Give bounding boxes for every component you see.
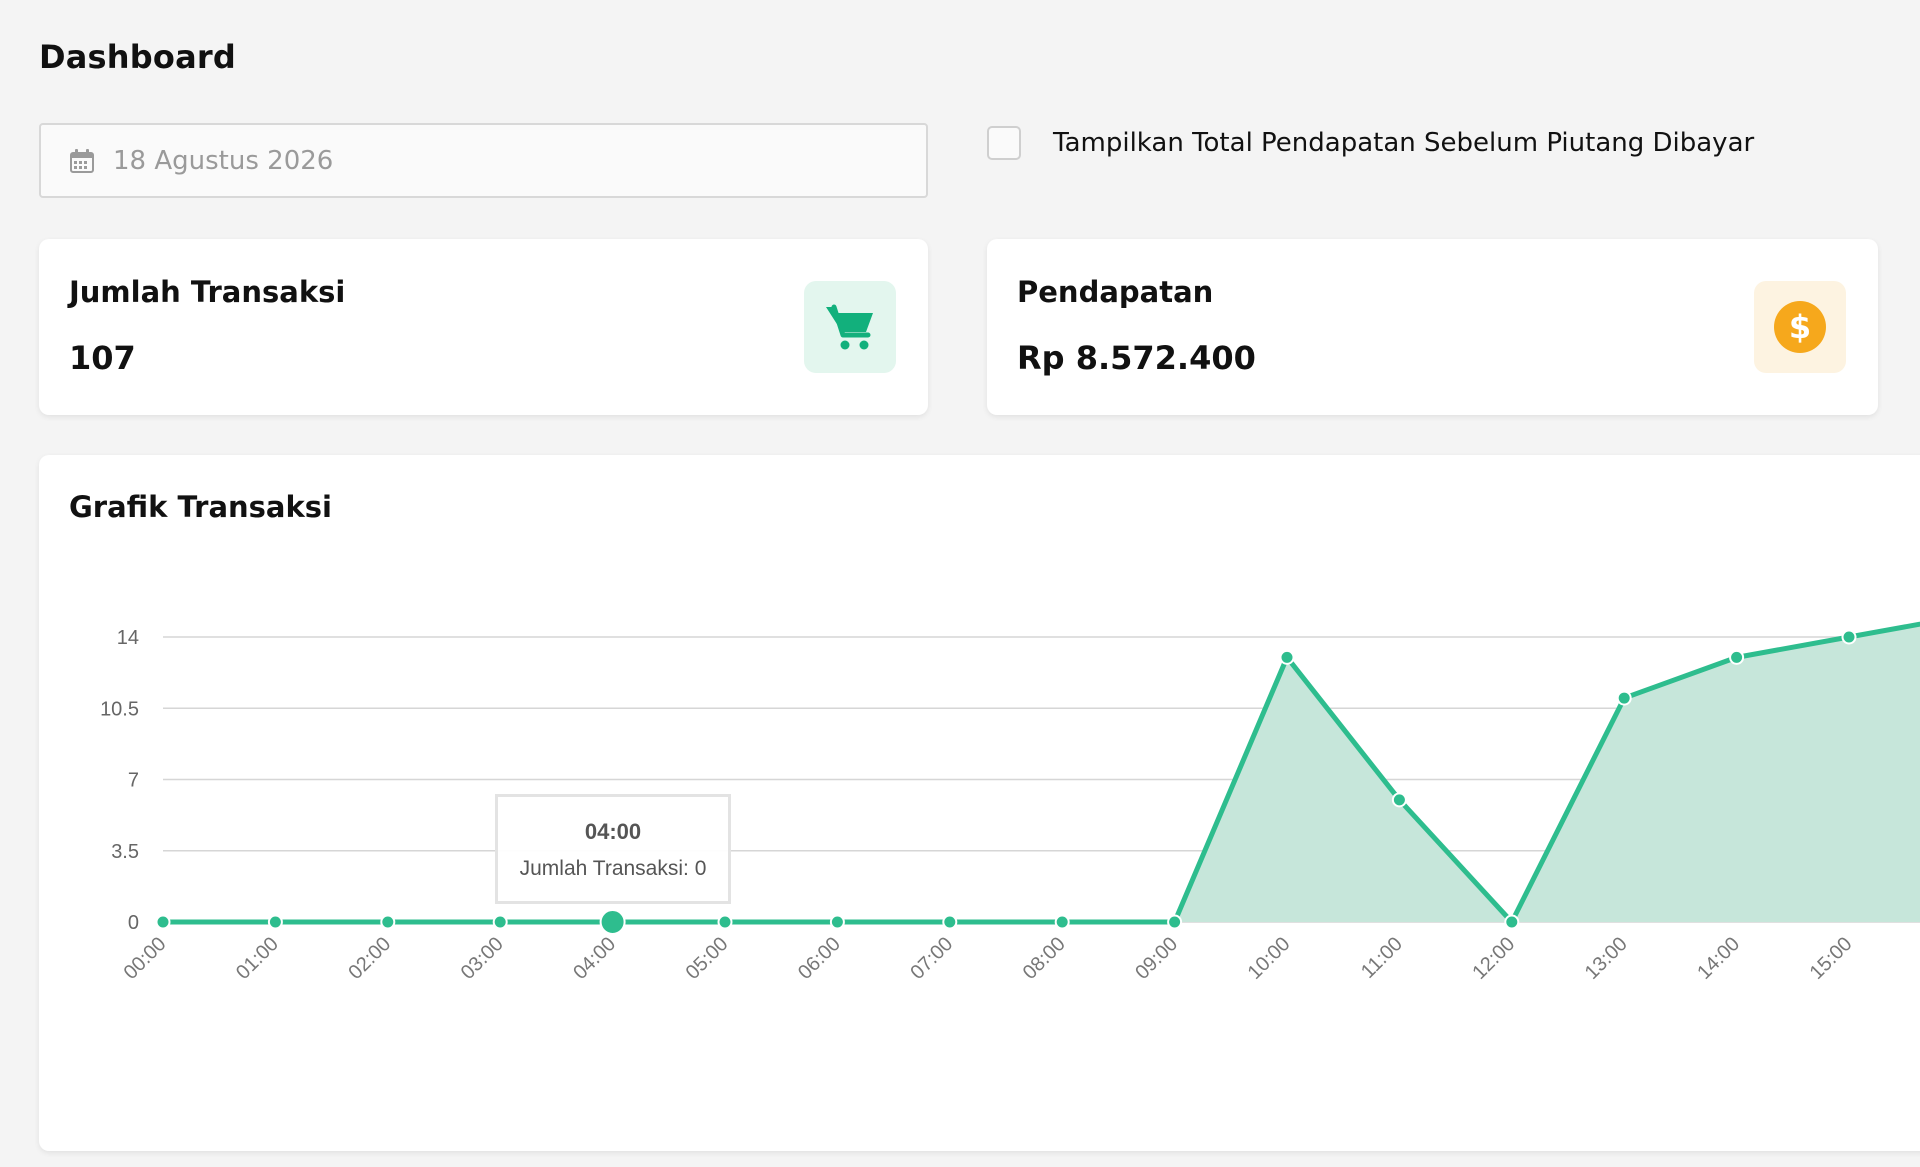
data-point: [1729, 649, 1745, 665]
y-tick-label: 14: [117, 627, 139, 649]
transactions-title: Jumlah Transaksi: [69, 275, 346, 309]
transactions-card: Jumlah Transaksi 107: [39, 239, 928, 415]
calendar-icon: [69, 148, 95, 174]
revenue-card: Pendapatan Rp 8.572.400 $: [987, 239, 1878, 415]
dollar-icon-box: $: [1754, 281, 1846, 373]
revenue-title: Pendapatan: [1017, 275, 1214, 309]
x-tick-label: 12:00: [1468, 933, 1519, 984]
data-point: [942, 914, 958, 930]
data-point: [1504, 914, 1520, 930]
date-picker[interactable]: 18 Agustus 2026: [39, 123, 928, 198]
data-point: [267, 914, 283, 930]
data-point: [380, 914, 396, 930]
y-tick-label: 0: [128, 912, 139, 934]
data-point: [1279, 649, 1295, 665]
tooltip-body: Jumlah Transaksi: 0: [519, 857, 707, 880]
svg-text:$: $: [1789, 308, 1811, 346]
x-tick-label: 15:00: [1806, 933, 1857, 984]
page-title: Dashboard: [39, 38, 236, 76]
transactions-chart: 0 3.5 7 10.5 14 00:00 01:00 02:00 03:00 04:00 05:0…: [100, 621, 1920, 984]
data-point: [599, 909, 626, 935]
x-tick-label: 13:00: [1581, 933, 1632, 984]
data-point: [717, 914, 733, 930]
cart-icon: [826, 304, 873, 350]
show-total-checkbox[interactable]: [987, 126, 1021, 160]
x-tick-label: 03:00: [457, 933, 508, 984]
tooltip-title: 04:00: [584, 819, 642, 844]
x-tick-label: 09:00: [1131, 933, 1182, 984]
dashboard-page: Dashboard 18 Agustus 2026 Tampilkan Tota…: [0, 0, 1920, 1167]
cart-icon-box: [804, 281, 896, 373]
x-tick-label: 14:00: [1693, 933, 1744, 984]
data-point: [1841, 629, 1857, 645]
show-total-checkbox-label[interactable]: Tampilkan Total Pendapatan Sebelum Piuta…: [1053, 128, 1754, 158]
data-point: [1616, 690, 1632, 706]
transactions-value: 107: [69, 339, 136, 377]
unpaid-receivables-toggle[interactable]: Tampilkan Total Pendapatan Sebelum Piuta…: [987, 123, 1754, 163]
x-tick-label: 11:00: [1357, 933, 1407, 983]
y-tick-label: 10.5: [100, 698, 139, 720]
revenue-value: Rp 8.572.400: [1017, 339, 1256, 377]
chart-tooltip: 04:00 Jumlah Transaksi: 0: [495, 794, 731, 904]
x-tick-label: 08:00: [1019, 933, 1070, 984]
data-point: [1167, 914, 1183, 930]
series-area: [163, 624, 1920, 922]
data-point: [1054, 914, 1070, 930]
x-tick-label: 01:00: [232, 933, 283, 984]
date-input[interactable]: 18 Agustus 2026: [113, 146, 813, 176]
x-tick-label: 07:00: [906, 933, 957, 984]
data-point: [829, 914, 845, 930]
x-tick-label: 06:00: [794, 933, 845, 984]
dollar-icon: $: [1774, 301, 1826, 353]
x-tick-label: 00:00: [120, 933, 171, 984]
data-point: [155, 914, 171, 930]
transactions-chart-card: Grafik Transaksi 0 3.5 7 10.5 14 00:00 01:00 02…: [39, 455, 1920, 1151]
y-tick-label: 7: [128, 770, 139, 792]
data-point: [1391, 792, 1407, 808]
x-tick-label: 05:00: [682, 933, 733, 984]
x-tick-label: 02:00: [344, 933, 395, 984]
y-tick-label: 3.5: [111, 841, 139, 863]
x-tick-label: 10:00: [1244, 933, 1295, 984]
x-tick-label: 04:00: [569, 933, 620, 984]
data-point: [492, 914, 508, 930]
